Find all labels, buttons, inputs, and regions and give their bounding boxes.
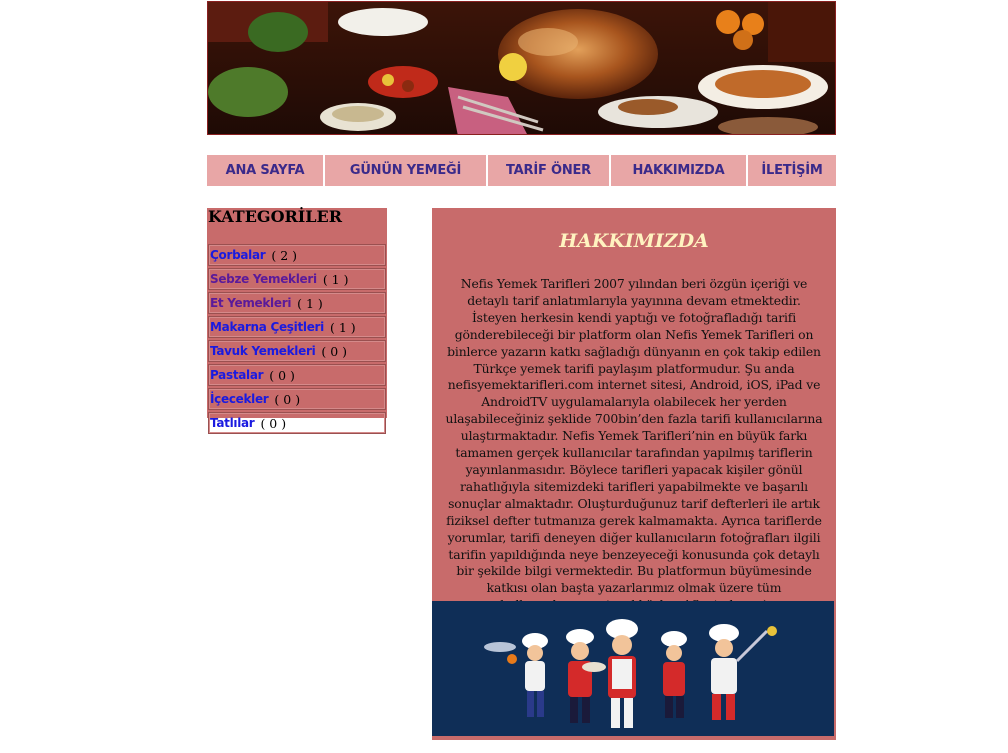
category-link-tavuk-yemekleri[interactable]: Tavuk Yemekleri [210,344,316,358]
about-paragraph: Nefis Yemek Tarifleri 2007 yılından beri… [445,276,823,612]
category-link-sebze-yemekleri[interactable]: Sebze Yemekleri [210,272,317,286]
about-panel: HAKKIMIZDA Nefis Yemek Tarifleri 2007 yı… [432,208,836,740]
main-navigation: ANA SAYFA GÜNÜN YEMEĞİ TARİF ÖNER HAKKIM… [207,155,836,186]
nav-suggest-recipe[interactable]: TARİF ÖNER [488,155,611,186]
chefs-illustration [432,601,834,736]
list-item: Tavuk Yemekleri ( 0 ) [208,340,386,362]
list-item: İçecekler ( 0 ) [208,388,386,410]
category-link-corbalar[interactable]: Çorbalar [210,248,266,262]
category-list: Çorbalar ( 2 ) Sebze Yemekleri ( 1 ) Et Ye… [207,244,387,434]
page-title: HAKKIMIZDA [559,230,709,252]
category-link-icecekler[interactable]: İçecekler [210,392,269,406]
category-count: ( 0 ) [269,367,295,383]
category-count: ( 2 ) [271,247,298,263]
category-link-tatlilar[interactable]: Tatlılar [210,416,255,430]
header-food-banner [207,1,836,135]
category-link-et-yemekleri[interactable]: Et Yemekleri [210,296,291,310]
category-count: ( 0 ) [321,343,348,359]
categories-title: KATEGORİLER [208,207,343,226]
category-count: ( 0 ) [274,391,301,407]
nav-about[interactable]: HAKKIMIZDA [611,155,748,186]
categories-sidebar: KATEGORİLER Çorbalar ( 2 ) Sebze Yemekler… [207,207,387,434]
list-item: Pastalar ( 0 ) [208,364,386,386]
nav-contact[interactable]: İLETİŞİM [748,155,836,186]
category-count: ( 1 ) [322,271,349,287]
chefs-image [484,619,777,728]
list-item: Sebze Yemekleri ( 1 ) [208,268,386,290]
nav-dish-of-the-day[interactable]: GÜNÜN YEMEĞİ [325,155,488,186]
list-item: Et Yemekleri ( 1 ) [208,292,386,314]
category-link-pastalar[interactable]: Pastalar [210,368,264,382]
list-item: Tatlılar ( 0 ) [208,412,386,434]
list-item: Makarna Çeşitleri ( 1 ) [208,316,386,338]
category-count: ( 1 ) [329,319,356,335]
list-item: Çorbalar ( 2 ) [208,244,386,266]
nav-home[interactable]: ANA SAYFA [207,155,325,186]
feast-table-image [208,2,835,134]
category-count: ( 1 ) [297,295,323,311]
category-link-makarna-cesitleri[interactable]: Makarna Çeşitleri [210,320,324,334]
category-count: ( 0 ) [260,415,287,431]
